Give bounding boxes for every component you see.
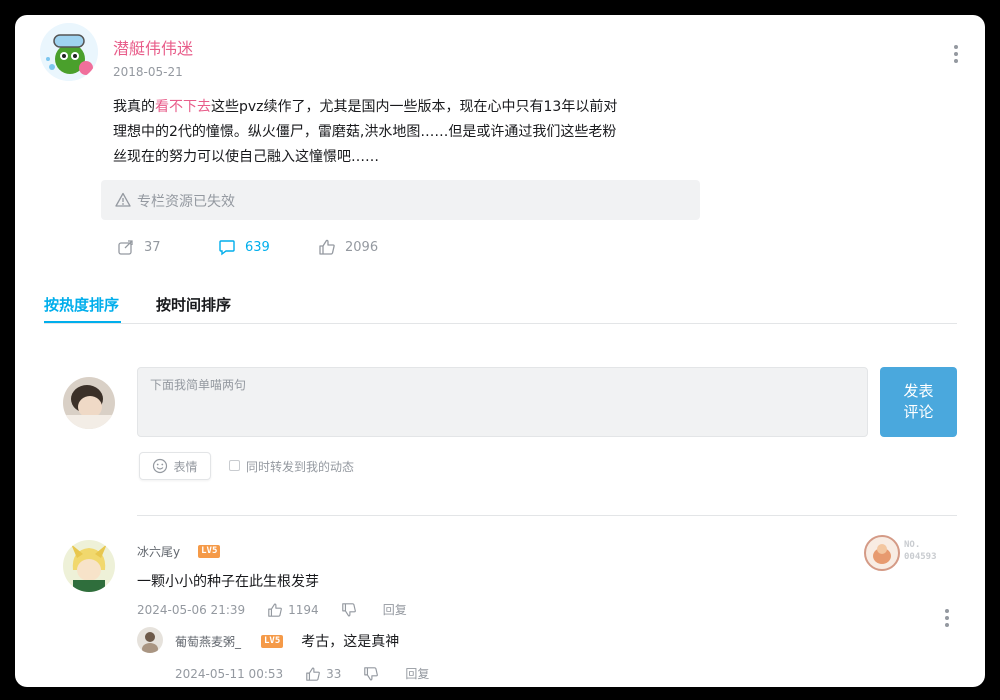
reply-meta: 2024-05-11 00:53 33 回复 bbox=[175, 665, 429, 682]
highlight-keyword[interactable]: 看不下去 bbox=[155, 99, 211, 115]
post-text-line2: 理想中的2代的憧憬。纵火僵尸，雷磨菇,洪水地图……但是或许通过我们这些老粉 bbox=[113, 124, 617, 140]
publish-label-line1: 发表 bbox=[903, 382, 934, 400]
reply-time: 2024-05-11 00:53 bbox=[175, 666, 284, 681]
more-menu-icon[interactable] bbox=[954, 42, 958, 66]
like-button[interactable]: 2096 bbox=[318, 238, 378, 256]
comment-like-button[interactable]: 1194 bbox=[267, 602, 319, 618]
fan-number-badge: NO. 004593 bbox=[863, 534, 953, 574]
author-avatar[interactable] bbox=[40, 23, 98, 81]
reply-avatar[interactable] bbox=[137, 627, 163, 653]
thumb-up-icon bbox=[318, 238, 336, 256]
post-card: 潜艇伟伟迷 2018-05-21 我真的看不下去这些pvz续作了，尤其是国内一些… bbox=[15, 15, 985, 687]
author-name[interactable]: 潜艇伟伟迷 bbox=[113, 35, 193, 59]
invalid-resource-text: 专栏资源已失效 bbox=[137, 194, 235, 210]
smiley-icon bbox=[152, 458, 168, 474]
comment-text: 一颗小小的种子在此生根发芽 bbox=[137, 574, 319, 590]
tab-sort-hot[interactable]: 按热度排序 bbox=[44, 294, 119, 315]
comment-more-icon[interactable] bbox=[945, 606, 949, 630]
reply-like-count: 33 bbox=[326, 666, 342, 681]
fan-badge-icon bbox=[863, 534, 901, 572]
thumb-down-icon[interactable] bbox=[341, 602, 357, 618]
post-text-start: 我真的 bbox=[113, 99, 155, 115]
thumb-up-icon bbox=[305, 666, 321, 682]
post-content: 我真的看不下去这些pvz续作了，尤其是国内一些版本，现在心中只有13年以前对 理… bbox=[113, 95, 733, 170]
commenter-avatar[interactable] bbox=[63, 540, 115, 592]
reply-text: 考古，这是真神 bbox=[301, 634, 400, 650]
reply-like-button[interactable]: 33 bbox=[305, 666, 341, 682]
comment-input[interactable]: 下面我简单喵两句 bbox=[137, 367, 868, 437]
post-text-line1: 这些pvz续作了，尤其是国内一些版本，现在心中只有13年以前对 bbox=[211, 99, 618, 115]
publish-label-line2: 评论 bbox=[903, 403, 934, 421]
emoji-label: 表情 bbox=[173, 459, 198, 474]
emoji-button[interactable]: 表情 bbox=[139, 452, 211, 480]
forward-checkbox[interactable] bbox=[229, 460, 240, 471]
thumb-up-icon bbox=[267, 602, 283, 618]
comment-count: 639 bbox=[245, 239, 270, 255]
share-button[interactable]: 37 bbox=[117, 238, 161, 256]
fan-badge-no: NO. bbox=[904, 540, 921, 550]
comment-reply-button[interactable]: 回复 bbox=[383, 601, 407, 618]
comment-icon bbox=[218, 238, 236, 256]
like-count: 2096 bbox=[345, 239, 379, 255]
reply-level-badge: LV5 bbox=[261, 634, 284, 648]
post-text-line3: 丝现在的努力可以使自己融入这憧憬吧…… bbox=[113, 149, 379, 165]
comment-button[interactable]: 639 bbox=[218, 238, 270, 256]
tabs-divider bbox=[44, 323, 957, 324]
comment-like-count: 1194 bbox=[288, 602, 319, 617]
comments-divider bbox=[137, 515, 957, 516]
current-user-avatar[interactable] bbox=[63, 377, 115, 429]
user-level-badge: LV5 bbox=[198, 545, 221, 558]
share-icon bbox=[117, 238, 135, 256]
share-count: 37 bbox=[144, 239, 161, 255]
comment-username[interactable]: 冰六尾y bbox=[137, 543, 180, 560]
comment-input-placeholder: 下面我简单喵两句 bbox=[150, 378, 247, 392]
tab-sort-time[interactable]: 按时间排序 bbox=[156, 294, 231, 315]
comment-author: 冰六尾y LV5 bbox=[137, 543, 221, 560]
comment-meta: 2024-05-06 21:39 1194 回复 bbox=[137, 601, 407, 618]
post-date: 2018-05-21 bbox=[113, 65, 183, 79]
reply-header: 葡萄燕麦粥_ LV5 考古，这是真神 bbox=[175, 631, 399, 651]
reply-username[interactable]: 葡萄燕麦粥_ bbox=[175, 633, 241, 650]
fan-badge-number: 004593 bbox=[904, 552, 937, 562]
publish-comment-button[interactable]: 发表 评论 bbox=[880, 367, 957, 437]
warning-icon bbox=[115, 192, 131, 208]
invalid-resource-notice: 专栏资源已失效 bbox=[101, 180, 700, 220]
thumb-down-icon[interactable] bbox=[363, 666, 379, 682]
reply-reply-button[interactable]: 回复 bbox=[405, 665, 429, 682]
comment-time: 2024-05-06 21:39 bbox=[137, 602, 246, 617]
forward-label[interactable]: 同时转发到我的动态 bbox=[246, 458, 354, 475]
